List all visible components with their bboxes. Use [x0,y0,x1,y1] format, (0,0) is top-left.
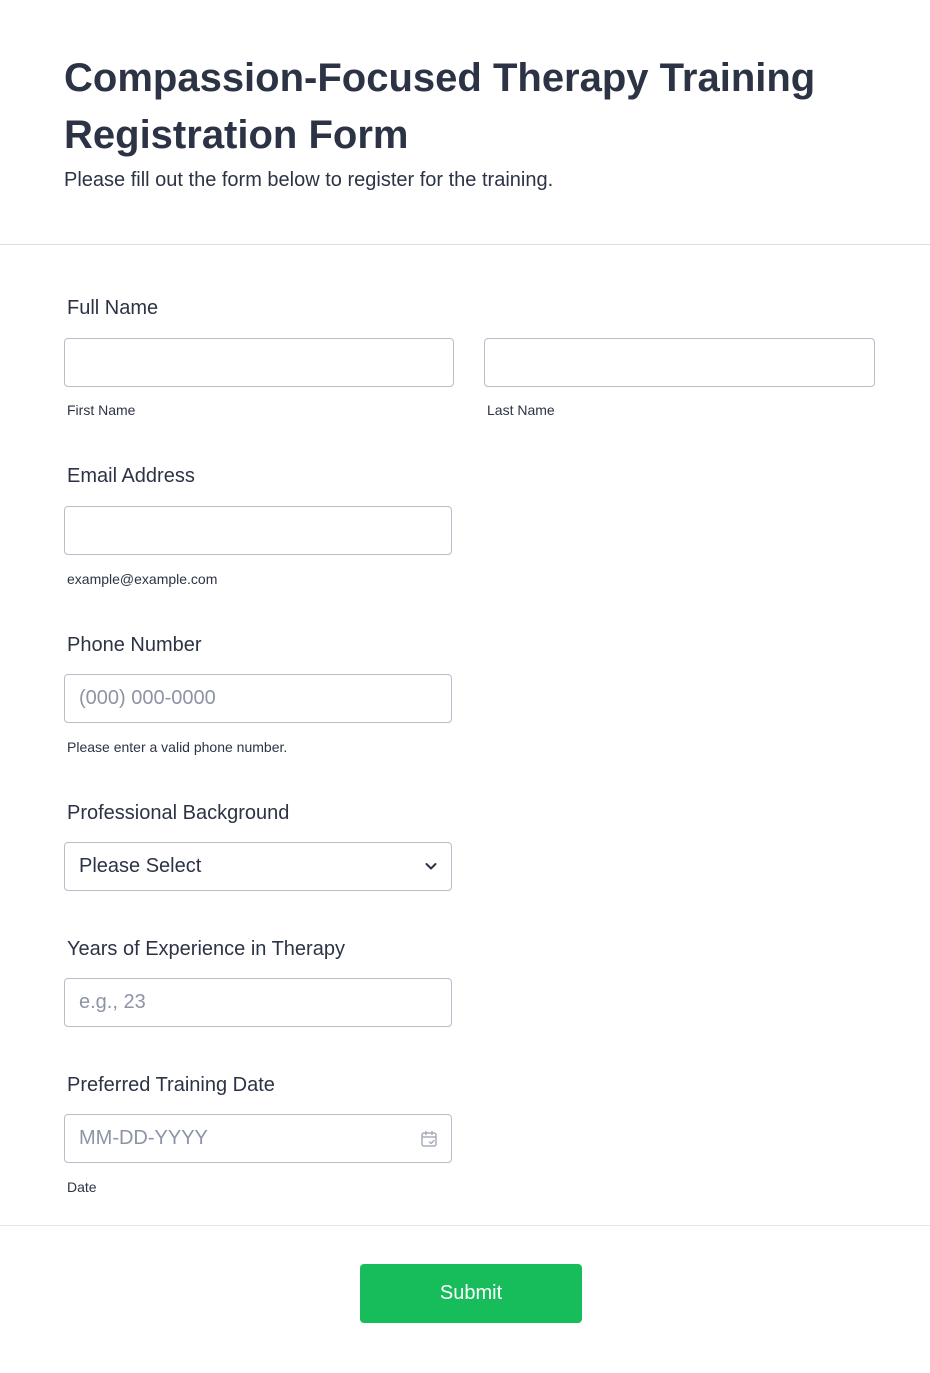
email-input[interactable] [64,506,452,555]
phone-input[interactable] [64,674,452,723]
background-select[interactable]: Please Select [64,842,452,891]
experience-label: Years of Experience in Therapy [67,938,345,960]
form-header: Compassion-Focused Therapy Training Regi… [0,0,930,245]
training-date-sublabel: Date [67,1179,97,1195]
page-subtitle: Please fill out the form below to regist… [64,169,554,191]
page-title: Compassion-Focused Therapy Training Regi… [64,56,816,157]
calendar-icon[interactable] [420,1130,438,1148]
last-name-input[interactable] [484,338,875,387]
email-sublabel: example@example.com [67,571,218,587]
email-label: Email Address [67,465,195,487]
last-name-sublabel: Last Name [487,402,555,418]
phone-sublabel: Please enter a valid phone number. [67,739,288,755]
background-label: Professional Background [67,802,290,824]
phone-label: Phone Number [67,634,202,656]
full-name-label: Full Name [67,297,159,319]
chevron-down-icon [425,863,437,870]
experience-input[interactable] [64,978,452,1027]
first-name-input[interactable] [64,338,454,387]
training-date-label: Preferred Training Date [67,1074,275,1096]
training-date-input[interactable] [64,1114,452,1163]
first-name-sublabel: First Name [67,402,136,418]
background-select-value: Please Select [79,855,202,877]
submit-button[interactable]: Submit [360,1264,582,1323]
footer-divider [0,1225,930,1226]
